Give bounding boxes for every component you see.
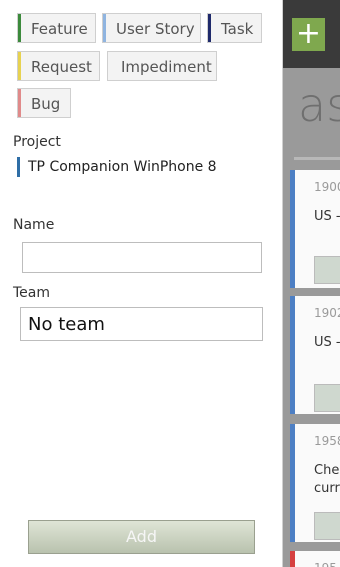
type-label: Impediment [121, 58, 212, 76]
type-user-story-button[interactable]: User Story [102, 13, 201, 43]
card-color-bar [290, 551, 295, 567]
project-selector[interactable]: TP Companion WinPhone 8 [17, 157, 217, 177]
card-id: 1958 [314, 434, 340, 448]
card-id: 1900 [314, 180, 340, 194]
type-color-stripe [18, 89, 21, 117]
type-color-stripe [103, 14, 106, 42]
type-impediment-button[interactable]: Impediment [107, 51, 217, 81]
type-feature-button[interactable]: Feature [17, 13, 96, 43]
background-app-bar: + [282, 0, 340, 68]
add-button[interactable]: Add [28, 520, 255, 554]
project-label: Project [13, 134, 61, 150]
list-item[interactable]: 1902 US - [290, 296, 340, 414]
list-item[interactable]: 1958 Chec curre [290, 424, 340, 542]
type-request-button[interactable]: Request [17, 51, 100, 81]
card-color-bar [290, 296, 295, 414]
team-select[interactable]: No team [20, 307, 263, 341]
type-label: Task [221, 20, 254, 38]
type-task-button[interactable]: Task [207, 13, 262, 43]
avatar [314, 512, 340, 540]
name-label: Name [13, 217, 55, 233]
name-input[interactable] [22, 242, 262, 273]
card-color-bar [290, 170, 295, 288]
team-label: Team [13, 285, 51, 301]
card-title: US - [314, 209, 340, 224]
card-id: 195 [314, 561, 337, 567]
project-value: TP Companion WinPhone 8 [28, 159, 217, 175]
list-item[interactable]: 1900 US - [290, 170, 340, 288]
add-item-panel: Feature User Story Task Request Impedime… [0, 0, 283, 567]
card-title-line2: curre [314, 481, 340, 496]
type-label: Bug [31, 95, 61, 113]
card-title: US - [314, 335, 340, 350]
card-id: 1902 [314, 306, 340, 320]
type-color-stripe [18, 14, 21, 42]
type-bug-button[interactable]: Bug [17, 88, 71, 118]
list-item[interactable]: 195 [290, 551, 340, 567]
background-app: + as 1900 US - 1902 US - 1958 Chec curre… [282, 0, 340, 567]
card-title: Chec [314, 463, 340, 478]
type-label: Feature [31, 20, 88, 38]
avatar [314, 256, 340, 284]
background-title: as [298, 78, 340, 132]
card-color-bar [290, 424, 295, 542]
type-color-stripe [18, 52, 21, 80]
divider [294, 157, 340, 160]
avatar [314, 384, 340, 412]
type-label: User Story [116, 20, 195, 38]
type-color-stripe [208, 14, 211, 42]
add-icon[interactable]: + [292, 18, 325, 51]
type-label: Request [31, 58, 92, 76]
